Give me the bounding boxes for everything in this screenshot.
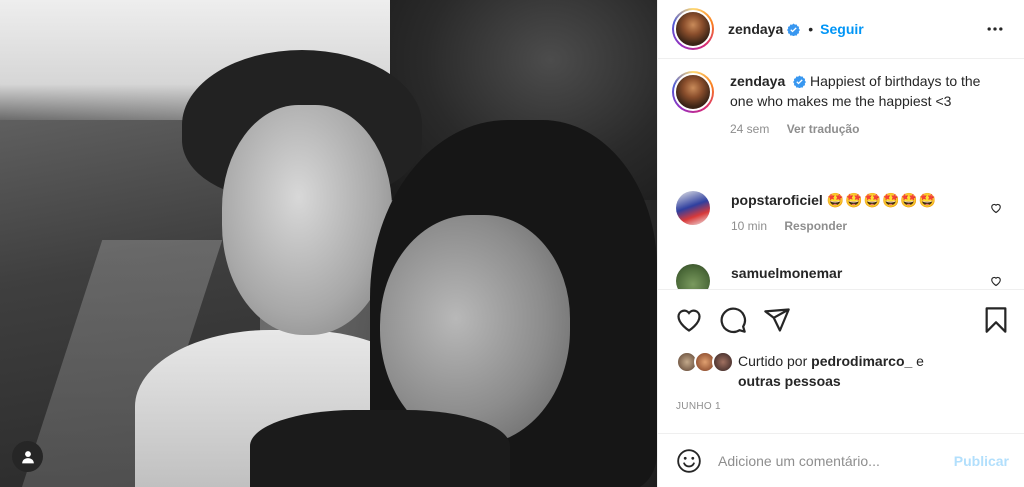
add-comment-bar: Publicar	[658, 433, 1024, 487]
photo-person2-jacket	[250, 410, 510, 487]
comment-item: samuelmonemar	[676, 264, 1016, 289]
post-header: zendaya • Seguir	[658, 0, 1024, 59]
save-bookmark-icon[interactable]	[982, 306, 1010, 334]
publish-button[interactable]: Publicar	[954, 453, 1009, 469]
likes-suffix: e	[912, 353, 924, 369]
verified-badge-icon	[793, 75, 807, 88]
liker-avatars	[676, 351, 736, 373]
liker-avatar	[712, 351, 734, 373]
post-date[interactable]: JUNHO 1	[676, 401, 721, 412]
verified-badge-icon	[787, 23, 801, 36]
liker-username[interactable]: pedrodimarco_	[811, 353, 912, 369]
translate-link[interactable]: Ver tradução	[787, 122, 860, 136]
other-likers-link[interactable]: outras pessoas	[738, 373, 841, 389]
share-icon[interactable]	[763, 306, 791, 334]
comment-age: 10 min	[731, 219, 768, 233]
emoji-smiley-icon[interactable]	[676, 448, 702, 474]
photo-person1-face	[222, 105, 392, 335]
author-username[interactable]: zendaya	[728, 21, 783, 37]
comments-list[interactable]: zendaya Happiest of birthdays to the one…	[658, 59, 1024, 290]
post-actions	[658, 290, 1024, 350]
likes-summary: Curtido por pedrodimarco_ e outras pesso…	[676, 351, 1016, 391]
comment-icon[interactable]	[719, 306, 747, 334]
heart-icon[interactable]	[675, 306, 703, 334]
comment-input[interactable]	[718, 452, 933, 469]
likes-text: Curtido por pedrodimarco_ e outras pesso…	[738, 351, 924, 391]
user-icon	[21, 450, 34, 463]
follow-button[interactable]: Seguir	[820, 21, 864, 37]
likes-prefix: Curtido por	[738, 353, 812, 369]
comment-username[interactable]: popstaroficiel	[731, 192, 823, 208]
post-photo[interactable]	[0, 0, 657, 487]
caption-avatar[interactable]	[672, 71, 714, 113]
instagram-post: zendaya • Seguir zendaya Happiest of bir…	[0, 0, 1024, 487]
comment-text: 🤩🤩🤩🤩🤩🤩	[826, 192, 938, 208]
comment-item: popstaroficiel 🤩🤩🤩🤩🤩🤩 10 min Responder	[676, 191, 1016, 235]
caption-username[interactable]: zendaya	[730, 73, 785, 89]
caption-age: 24 sem	[730, 122, 770, 136]
post-caption: zendaya Happiest of birthdays to the one…	[672, 71, 990, 139]
more-horizontal-icon[interactable]	[985, 19, 1005, 39]
header-separator: •	[808, 21, 814, 37]
post-side-panel: zendaya • Seguir zendaya Happiest of bir…	[657, 0, 1024, 487]
tagged-users-button[interactable]	[12, 441, 43, 472]
author-avatar[interactable]	[672, 8, 714, 50]
like-comment-heart-icon[interactable]	[990, 275, 1002, 287]
comment-avatar[interactable]	[676, 264, 710, 289]
comment-username[interactable]: samuelmonemar	[731, 265, 842, 281]
like-comment-heart-icon[interactable]	[990, 202, 1002, 214]
comment-avatar[interactable]	[676, 191, 710, 225]
reply-button[interactable]: Responder	[784, 219, 847, 233]
